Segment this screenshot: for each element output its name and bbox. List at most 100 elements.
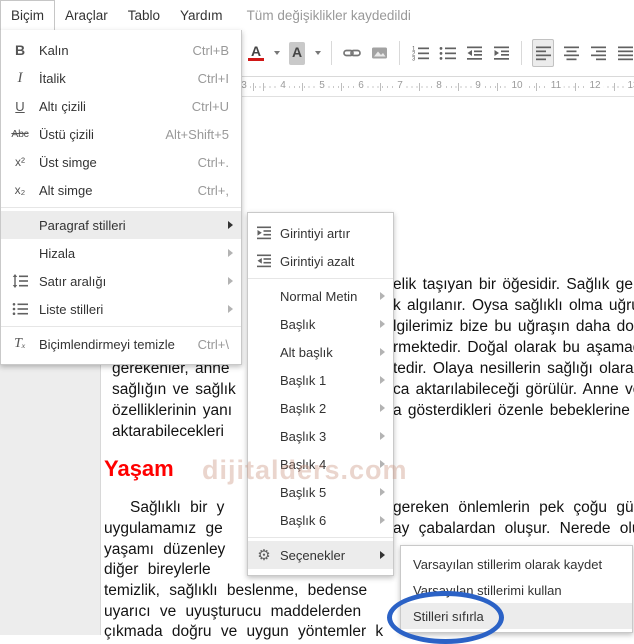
align-right-button[interactable] — [588, 40, 608, 66]
toolbar-separator — [331, 41, 332, 65]
menu-item-shortcut: Ctrl+\ — [197, 336, 229, 352]
menu-item-heading-6[interactable]: Başlık 6 — [248, 506, 393, 534]
line-spacing-icon — [1, 273, 39, 289]
doc-text-line: uyarıcı ve uyuşturucu maddelerden — [104, 603, 362, 620]
menu-yardim[interactable]: Yardım — [170, 0, 233, 30]
justify-icon — [617, 46, 633, 61]
submenu-arrow-icon — [228, 305, 233, 313]
menu-item-label: Üst simge — [39, 154, 97, 170]
menu-item-paragraph-styles[interactable]: Paragraf stilleri — [1, 211, 241, 239]
doc-text-line: tedir. Olaya nesillerin sağlığı olarak — [393, 360, 634, 377]
decrease-indent-icon — [466, 46, 482, 60]
menu-item-decrease-indent[interactable]: Girintiyi azalt — [248, 247, 393, 275]
menu-item-label: Paragraf stilleri — [39, 217, 126, 233]
insert-link-button[interactable] — [342, 40, 362, 66]
menu-araclar[interactable]: Araçlar — [55, 0, 118, 30]
insert-image-button[interactable] — [369, 40, 389, 66]
decrease-indent-button[interactable] — [464, 40, 484, 66]
doc-text-line: temizlik, sağlıklı beslenme, bedense — [104, 582, 368, 599]
menu-item-label: Liste stilleri — [39, 301, 104, 317]
submenu-arrow-icon — [380, 348, 385, 356]
ruler-number: 6 — [355, 80, 367, 91]
text-color-button[interactable]: A — [246, 40, 266, 66]
menu-item-align[interactable]: Hizala — [1, 239, 241, 267]
subscript-icon: x₂ — [14, 183, 26, 197]
menu-item-list-styles[interactable]: Liste stilleri — [1, 295, 241, 323]
format-menu: B Kalın Ctrl+B I İtalik Ctrl+I U Altı çi… — [0, 30, 242, 365]
menu-item-heading-1[interactable]: Başlık 1 — [248, 366, 393, 394]
menu-item-label: Seçenekler — [280, 547, 346, 563]
menu-item-save-default-styles[interactable]: Varsayılan stillerim olarak kaydet — [401, 551, 632, 577]
menu-item-options[interactable]: ⚙ Seçenekler — [248, 541, 393, 569]
bulleted-list-icon — [439, 47, 456, 60]
menu-item-label: Başlık 6 — [280, 512, 327, 528]
text-color-dropdown-icon[interactable] — [274, 51, 280, 55]
menu-item-clear-formatting[interactable]: Tₓ Biçimlendirmeyi temizle Ctrl+\ — [1, 330, 241, 358]
save-status: Tüm değişiklikler kaydedildi — [246, 7, 411, 23]
highlight-color-button[interactable]: A — [287, 40, 307, 66]
paragraph-styles-submenu: Girintiyi artır Girintiyi azalt Normal M… — [247, 212, 394, 576]
submenu-arrow-icon — [380, 551, 385, 559]
menu-item-label: Girintiyi artır — [280, 225, 351, 241]
numbered-list-button[interactable]: 123 — [410, 40, 430, 66]
menu-item-label: Normal Metin — [280, 288, 358, 304]
menu-item-label: Girintiyi azalt — [280, 253, 355, 269]
menu-item-label: Altı çizili — [39, 98, 86, 114]
link-icon — [343, 49, 361, 57]
submenu-arrow-icon — [380, 432, 385, 440]
menu-item-heading-2[interactable]: Başlık 2 — [248, 394, 393, 422]
doc-text-line: ca aktarılabileceği görülür. Anne ve — [393, 381, 634, 398]
menu-item-label: Hizala — [39, 245, 76, 261]
menu-item-label: Başlık — [280, 316, 316, 332]
doc-text-line: gereken önlemlerin pek çoğu gün — [393, 499, 634, 516]
menu-item-label: Alt başlık — [280, 344, 333, 360]
menu-item-normal-text[interactable]: Normal Metin — [248, 282, 393, 310]
menu-item-label: Üstü çizili — [39, 126, 94, 142]
numbered-list-icon: 123 — [412, 47, 429, 61]
ruler-number: 13 — [624, 80, 634, 91]
toolbar-separator — [521, 41, 522, 65]
menu-item-shortcut: Ctrl+B — [192, 42, 229, 58]
menu-item-superscript[interactable]: x² Üst simge Ctrl+. — [1, 148, 241, 176]
menu-item-subscript[interactable]: x₂ Alt simge Ctrl+, — [1, 176, 241, 204]
menu-item-subtitle[interactable]: Alt başlık — [248, 338, 393, 366]
submenu-arrow-icon — [380, 320, 385, 328]
increase-indent-button[interactable] — [491, 40, 511, 66]
menu-item-shortcut: Alt+Shift+5 — [165, 126, 229, 142]
align-center-icon — [563, 46, 579, 61]
menu-item-label: Başlık 2 — [280, 400, 327, 416]
menu-item-shortcut: Ctrl+, — [197, 182, 229, 198]
align-left-icon — [535, 46, 551, 61]
bulleted-list-button[interactable] — [437, 40, 457, 66]
doc-text-line: sağlığın ve sağlık — [112, 381, 236, 398]
menu-item-title[interactable]: Başlık — [248, 310, 393, 338]
menu-item-label: Başlık 3 — [280, 428, 327, 444]
menu-item-heading-3[interactable]: Başlık 3 — [248, 422, 393, 450]
menu-bicim[interactable]: Biçim — [0, 0, 55, 30]
doc-text-line: diğer bireylerle — [104, 561, 211, 578]
bold-icon: B — [14, 42, 26, 58]
menu-item-line-spacing[interactable]: Satır aralığı — [1, 267, 241, 295]
highlight-dropdown-icon[interactable] — [315, 51, 321, 55]
gear-icon: ⚙ — [257, 547, 271, 564]
submenu-arrow-icon — [228, 221, 233, 229]
align-center-button[interactable] — [561, 40, 581, 66]
increase-indent-icon — [493, 46, 509, 60]
ruler-number: 4 — [277, 80, 289, 91]
justify-button[interactable] — [615, 40, 634, 66]
align-right-icon — [590, 46, 606, 61]
highlight-ellipse-annotation — [387, 591, 504, 644]
menu-item-strikethrough[interactable]: Abc Üstü çizili Alt+Shift+5 — [1, 120, 241, 148]
watermark: dijitalders.com — [202, 455, 408, 485]
menu-item-underline[interactable]: U Altı çizili Ctrl+U — [1, 92, 241, 120]
menu-item-bold[interactable]: B Kalın Ctrl+B — [1, 36, 241, 64]
menu-item-label: Başlık 5 — [280, 484, 327, 500]
menu-tablo[interactable]: Tablo — [118, 0, 170, 30]
doc-text-line: a gösterdikleri özenle bebeklerine s — [393, 402, 634, 419]
align-left-button[interactable] — [532, 39, 554, 67]
menu-item-italic[interactable]: I İtalik Ctrl+I — [1, 64, 241, 92]
submenu-arrow-icon — [228, 249, 233, 257]
menu-item-increase-indent[interactable]: Girintiyi artır — [248, 219, 393, 247]
image-icon — [371, 47, 387, 59]
text-color-icon: A — [250, 43, 262, 59]
